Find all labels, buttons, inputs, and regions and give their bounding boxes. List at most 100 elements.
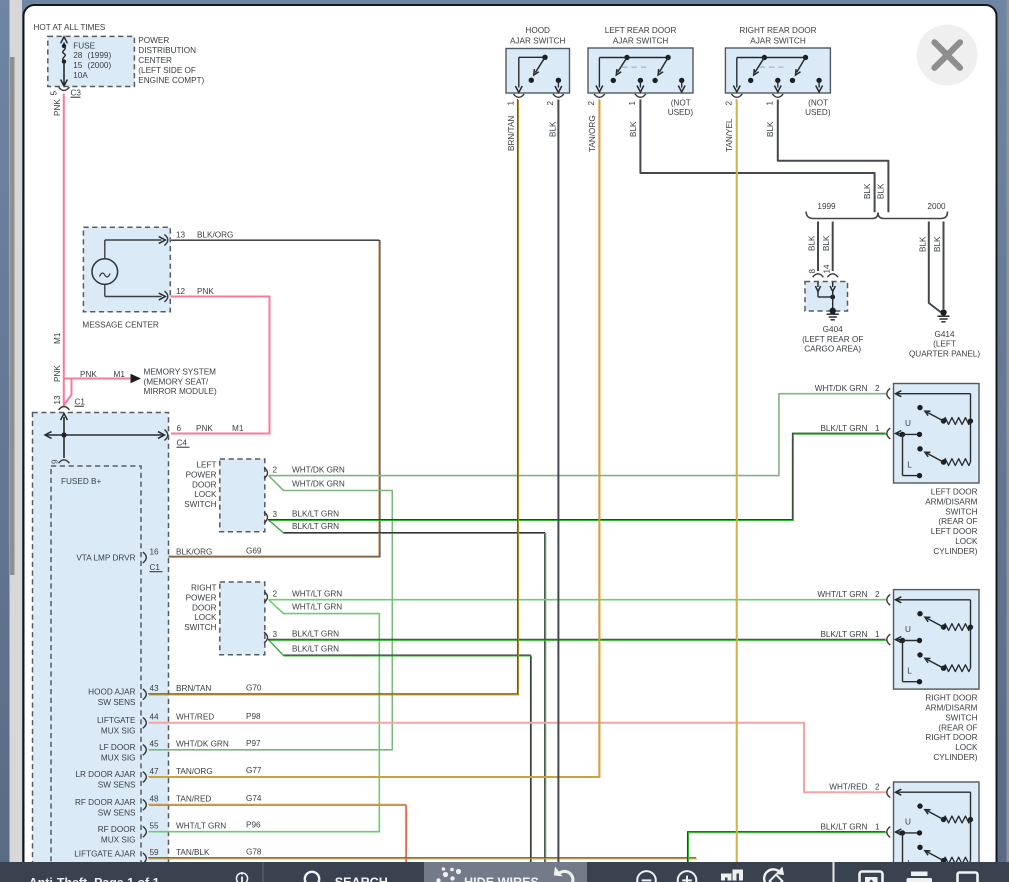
svg-text:G74: G74 xyxy=(246,794,262,803)
svg-text:RIGHT REAR DOOR: RIGHT REAR DOOR xyxy=(739,26,816,35)
svg-text:45: 45 xyxy=(150,740,160,749)
svg-text:U: U xyxy=(905,818,911,827)
svg-text:BLK: BLK xyxy=(808,235,817,251)
svg-text:CYLINDER): CYLINDER) xyxy=(933,753,977,762)
svg-text:LF DOOR: LF DOOR xyxy=(99,743,135,752)
svg-text:BLK: BLK xyxy=(822,235,831,251)
svg-text:(LEFT SIDE OF: (LEFT SIDE OF xyxy=(138,66,196,75)
svg-text:MUX SIG: MUX SIG xyxy=(101,726,136,735)
svg-text:FUSED B+: FUSED B+ xyxy=(61,477,101,486)
svg-text:TAN/ORG: TAN/ORG xyxy=(588,115,597,152)
svg-text:2: 2 xyxy=(875,384,880,393)
svg-text:1: 1 xyxy=(875,823,880,832)
svg-text:BLK: BLK xyxy=(918,236,927,252)
svg-text:QUARTER PANEL): QUARTER PANEL) xyxy=(909,349,980,358)
svg-text:2: 2 xyxy=(875,590,880,599)
svg-text:DISTRIBUTION: DISTRIBUTION xyxy=(138,46,196,55)
svg-text:LEFT DOOR: LEFT DOOR xyxy=(931,527,978,536)
svg-text:C1: C1 xyxy=(75,398,86,407)
svg-text:WHT/DK GRN: WHT/DK GRN xyxy=(815,384,868,393)
svg-text:BRN/TAN: BRN/TAN xyxy=(176,684,211,693)
svg-text:BLK: BLK xyxy=(629,121,638,137)
svg-text:POWER: POWER xyxy=(138,36,169,45)
svg-text:M1: M1 xyxy=(232,424,244,433)
svg-text:G70: G70 xyxy=(246,683,262,692)
svg-text:C3: C3 xyxy=(71,89,82,98)
svg-text:SEARCH: SEARCH xyxy=(335,875,388,882)
svg-text:LOCK: LOCK xyxy=(955,537,978,546)
svg-text:ENGINE COMPT): ENGINE COMPT) xyxy=(138,76,204,85)
svg-text:2: 2 xyxy=(725,101,734,106)
svg-text:LOCK: LOCK xyxy=(955,743,978,752)
svg-text:M1: M1 xyxy=(114,370,126,379)
svg-text:WHT/LT GRN: WHT/LT GRN xyxy=(817,590,867,599)
svg-text:3: 3 xyxy=(273,630,278,639)
svg-text:U: U xyxy=(905,419,911,428)
svg-text:(NOT: (NOT xyxy=(671,98,691,107)
svg-text:28: 28 xyxy=(73,51,83,60)
svg-text:2: 2 xyxy=(875,783,880,792)
svg-text:PNK: PNK xyxy=(197,287,214,296)
svg-text:RF DOOR AJAR: RF DOOR AJAR xyxy=(75,798,136,807)
svg-text:BLK/LT GRN: BLK/LT GRN xyxy=(292,630,339,639)
svg-text:(REAR OF: (REAR OF xyxy=(938,723,977,732)
svg-text:P98: P98 xyxy=(246,712,261,721)
svg-text:M1: M1 xyxy=(53,332,62,344)
svg-text:1: 1 xyxy=(507,101,516,106)
svg-text:SWITCH: SWITCH xyxy=(184,623,216,632)
svg-text:13: 13 xyxy=(176,231,186,240)
svg-text:RIGHT DOOR: RIGHT DOOR xyxy=(925,694,977,703)
svg-text:WHT/RED: WHT/RED xyxy=(176,713,214,722)
svg-text:PNK: PNK xyxy=(53,99,62,116)
svg-text:2: 2 xyxy=(546,101,555,106)
svg-text:(LEFT: (LEFT xyxy=(933,340,956,349)
svg-text:G414: G414 xyxy=(934,330,954,339)
svg-text:WHT/LT GRN: WHT/LT GRN xyxy=(292,589,342,598)
svg-text:DOOR: DOOR xyxy=(192,480,217,489)
svg-text:PNK: PNK xyxy=(80,370,97,379)
svg-text:10A: 10A xyxy=(73,71,88,80)
svg-text:BLK/LT GRN: BLK/LT GRN xyxy=(820,823,867,832)
svg-text:WHT/RED: WHT/RED xyxy=(829,783,867,792)
svg-text:ARM/DISARM: ARM/DISARM xyxy=(925,704,977,713)
svg-text:POWER: POWER xyxy=(186,470,217,479)
svg-text:LIFTGATE: LIFTGATE xyxy=(97,716,136,725)
svg-text:SW SENS: SW SENS xyxy=(98,808,136,817)
svg-text:1: 1 xyxy=(875,424,880,433)
svg-text:BLK/LT GRN: BLK/LT GRN xyxy=(820,630,867,639)
svg-text:DOOR: DOOR xyxy=(192,603,217,612)
svg-text:6: 6 xyxy=(177,424,182,433)
svg-text:12: 12 xyxy=(176,287,186,296)
svg-text:BLK: BLK xyxy=(933,236,942,252)
svg-text:16: 16 xyxy=(150,547,160,556)
svg-text:BLK: BLK xyxy=(549,121,558,137)
svg-text:BLK/LT GRN: BLK/LT GRN xyxy=(820,424,867,433)
svg-text:PNK: PNK xyxy=(53,365,62,382)
svg-text:59: 59 xyxy=(150,848,160,857)
svg-text:3: 3 xyxy=(273,510,278,519)
svg-text:BLK/LT GRN: BLK/LT GRN xyxy=(292,645,339,654)
svg-text:LEFT: LEFT xyxy=(196,461,216,470)
svg-text:SWITCH: SWITCH xyxy=(945,713,977,722)
svg-text:1: 1 xyxy=(628,101,637,106)
svg-text:P97: P97 xyxy=(246,739,261,748)
svg-text:SWITCH: SWITCH xyxy=(945,507,977,516)
svg-text:48: 48 xyxy=(150,795,160,804)
svg-text:USED): USED) xyxy=(668,108,694,117)
svg-text:8: 8 xyxy=(808,269,817,274)
svg-text:G404: G404 xyxy=(823,325,843,334)
svg-text:(MEMORY SEAT/: (MEMORY SEAT/ xyxy=(144,377,209,386)
svg-text:LOCK: LOCK xyxy=(194,613,217,622)
svg-text:VTA LMP DRVR: VTA LMP DRVR xyxy=(76,553,135,562)
svg-text:BLK: BLK xyxy=(766,121,775,137)
svg-text:MUX SIG: MUX SIG xyxy=(101,753,136,762)
svg-text:LR DOOR AJAR: LR DOOR AJAR xyxy=(75,770,135,779)
svg-text:MESSAGE CENTER: MESSAGE CENTER xyxy=(82,321,159,330)
svg-text:TAN/BLK: TAN/BLK xyxy=(176,848,210,857)
svg-text:47: 47 xyxy=(150,767,160,776)
svg-text:MEMORY SYSTEM: MEMORY SYSTEM xyxy=(144,368,217,377)
svg-text:RIGHT DOOR: RIGHT DOOR xyxy=(925,733,977,742)
svg-text:AJAR SWITCH: AJAR SWITCH xyxy=(510,36,566,45)
svg-text:14: 14 xyxy=(823,264,832,274)
svg-text:2: 2 xyxy=(587,101,596,106)
